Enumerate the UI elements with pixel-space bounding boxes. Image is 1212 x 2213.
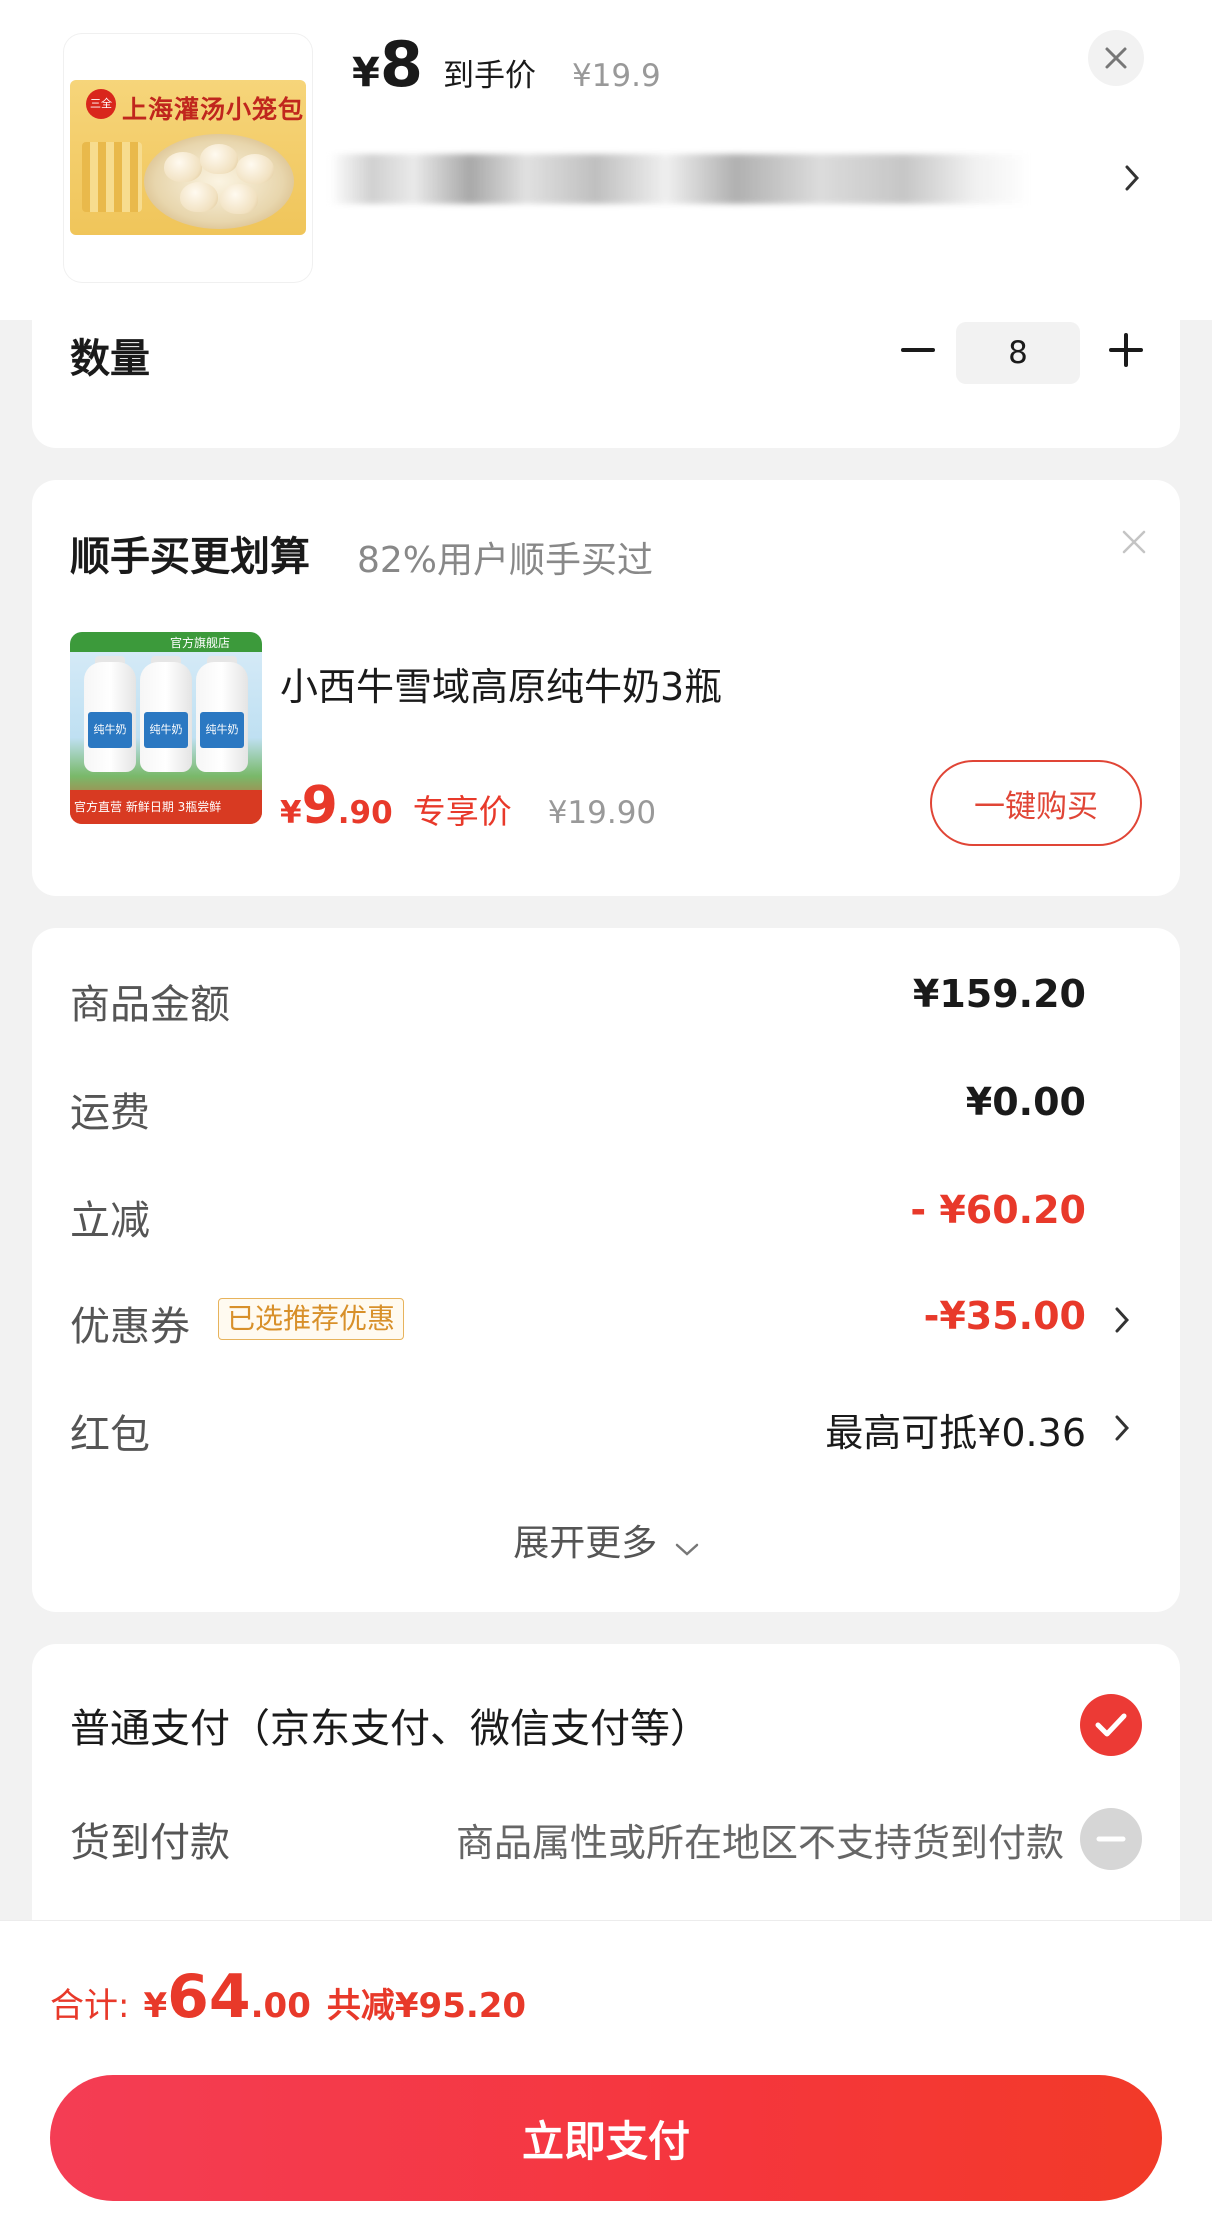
upsell-card: 顺手买更划算 82%用户顺手买过 官方旗舰店 纯牛奶 纯牛奶 纯牛奶 官方直营 … bbox=[32, 480, 1180, 896]
checkout-bar: 合计: ¥ 64 .00 共减¥95.20 立即支付 bbox=[0, 1920, 1212, 2213]
minus-icon bbox=[1096, 1836, 1126, 1842]
brand-badge: 三全 bbox=[86, 89, 116, 119]
summary-row-instant-discount: 立减 - ¥60.20 bbox=[70, 1188, 1086, 1244]
close-button[interactable] bbox=[1088, 30, 1144, 86]
package-title: 上海灌汤小笼包 bbox=[122, 95, 305, 124]
coupon-badge: 已选推荐优惠 bbox=[218, 1298, 405, 1340]
pay-now-button[interactable]: 立即支付 bbox=[50, 2075, 1162, 2201]
product-header: 三全 上海灌汤小笼包 ¥ 8 到手价 ¥19.9 bbox=[0, 0, 1212, 320]
upsell-subtitle: 82%用户顺手买过 bbox=[357, 540, 654, 581]
spec-selection-blurred[interactable] bbox=[330, 154, 1030, 204]
total-label: 合计: bbox=[50, 1986, 130, 2026]
payment-normal-radio[interactable] bbox=[1080, 1694, 1142, 1756]
quantity-increase-button[interactable] bbox=[1098, 322, 1154, 378]
price-currency: ¥ bbox=[352, 50, 380, 96]
subtotal-value: ¥159.20 bbox=[912, 972, 1086, 1016]
plus-icon bbox=[1109, 333, 1143, 367]
shop-label: 官方旗舰店 bbox=[170, 636, 231, 650]
quantity-input[interactable]: 8 bbox=[956, 322, 1080, 384]
payment-method-card: 普通支付（京东支付、微信支付等） 货到付款 商品属性或所在地区不支持货到付款 bbox=[32, 1644, 1180, 1924]
payment-normal-label[interactable]: 普通支付（京东支付、微信支付等） bbox=[70, 1696, 710, 1754]
milk-promo-strip: 官方直营 新鲜日期 3瓶尝鲜 bbox=[70, 790, 262, 824]
upsell-original-price: ¥19.90 bbox=[547, 795, 657, 831]
quantity-decrease-button[interactable] bbox=[890, 322, 946, 378]
product-thumbnail[interactable]: 三全 上海灌汤小笼包 bbox=[64, 34, 312, 282]
red-packet-value: 最高可抵¥0.36 bbox=[825, 1411, 1086, 1455]
order-summary-card: 商品金额 ¥159.20 运费 ¥0.00 立减 - ¥60.20 优惠券 已选… bbox=[32, 928, 1180, 1612]
milk-product-image[interactable]: 官方旗舰店 纯牛奶 纯牛奶 纯牛奶 官方直营 新鲜日期 3瓶尝鲜 bbox=[70, 632, 262, 824]
spec-chevron[interactable] bbox=[1122, 160, 1142, 196]
expand-more-button[interactable]: 展开更多 bbox=[32, 1514, 1180, 1566]
upsell-price-tag: 专享价 bbox=[412, 792, 512, 831]
order-total: 合计: ¥ 64 .00 共减¥95.20 bbox=[50, 1962, 527, 2032]
minus-icon bbox=[901, 348, 935, 352]
chevron-right-icon bbox=[1115, 1415, 1129, 1441]
upsell-item-name[interactable]: 小西牛雪域高原纯牛奶3瓶 bbox=[280, 656, 722, 711]
shop-banner: 官方旗舰店 bbox=[70, 632, 262, 652]
quantity-card: 数量 8 bbox=[32, 320, 1180, 448]
summary-row-shipping: 运费 ¥0.00 bbox=[70, 1080, 1086, 1136]
product-price: ¥ 8 到手价 ¥19.9 bbox=[352, 34, 661, 104]
upsell-title: 顺手买更划算 bbox=[70, 534, 310, 580]
original-price: ¥19.9 bbox=[571, 58, 661, 94]
payment-cod-note: 商品属性或所在地区不支持货到付款 bbox=[455, 1821, 1064, 1865]
shipping-value: ¥0.00 bbox=[965, 1080, 1086, 1124]
total-amount: 64 bbox=[167, 1962, 251, 2032]
red-packet-chevron[interactable] bbox=[1102, 1406, 1142, 1450]
price-value: 8 bbox=[379, 28, 423, 101]
upsell-price: ¥ 9 .90 专享价 ¥19.90 bbox=[280, 776, 657, 836]
chevron-right-icon bbox=[1115, 1307, 1129, 1333]
summary-row-coupon[interactable]: 优惠券 已选推荐优惠 -¥35.00 bbox=[70, 1290, 1142, 1350]
summary-row-red-packet[interactable]: 红包 最高可抵¥0.36 bbox=[70, 1398, 1142, 1458]
payment-cod-label: 货到付款 bbox=[70, 1820, 230, 1866]
close-icon bbox=[1122, 530, 1146, 554]
expand-more-label: 展开更多 bbox=[513, 1523, 658, 1564]
upsell-close-button[interactable] bbox=[1114, 522, 1154, 562]
package-stripe bbox=[82, 142, 142, 212]
summary-row-subtotal: 商品金额 ¥159.20 bbox=[70, 972, 1086, 1028]
total-saved: 共减¥95.20 bbox=[326, 1986, 527, 2026]
check-icon bbox=[1095, 1713, 1127, 1737]
price-tag: 到手价 bbox=[442, 58, 536, 94]
quantity-label: 数量 bbox=[70, 336, 150, 382]
dumpling-plate-image bbox=[144, 134, 294, 229]
instant-discount-value: - ¥60.20 bbox=[910, 1188, 1086, 1232]
one-click-buy-button[interactable]: 一键购买 bbox=[930, 760, 1142, 846]
chevron-down-icon bbox=[675, 1543, 698, 1556]
coupon-value: -¥35.00 bbox=[923, 1294, 1086, 1338]
coupon-chevron[interactable] bbox=[1102, 1298, 1142, 1342]
close-icon bbox=[1105, 47, 1127, 69]
chevron-right-icon bbox=[1125, 165, 1139, 191]
payment-cod-radio-disabled bbox=[1080, 1808, 1142, 1870]
